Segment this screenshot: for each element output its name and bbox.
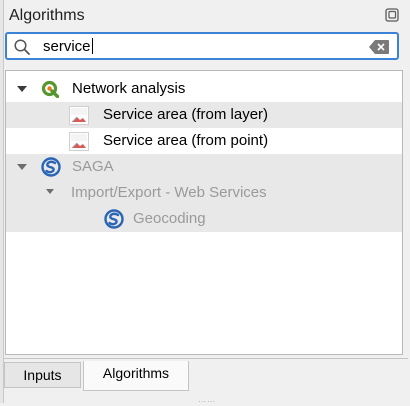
saga-logo-icon [41,157,61,177]
algorithm-tree[interactable]: Network analysis Service area (from laye… [5,70,403,355]
undock-icon[interactable] [385,8,399,22]
algorithm-icon [69,106,89,125]
clear-text-icon[interactable] [369,40,389,54]
panel-title: Algorithms [9,7,85,24]
panel-title-bar: Algorithms [9,6,401,28]
tab-inputs[interactable]: Inputs [4,362,81,388]
tree-group-saga[interactable]: SAGA [6,154,402,180]
tree-item-label: Geocoding [133,210,206,227]
tree-item-label: Import/Export - Web Services [71,184,267,201]
tree-item-geocoding[interactable]: Geocoding [6,206,402,232]
qgis-logo-icon [41,80,59,98]
search-icon [14,39,30,55]
text-caret [91,38,93,54]
resize-grip-icon[interactable]: ⋯⋯ [198,397,216,406]
tree-item-label: SAGA [72,158,114,175]
tab-bar-divider [3,358,408,359]
tab-algorithms[interactable]: Algorithms [83,361,189,391]
tree-item-service-area-from-layer[interactable]: Service area (from layer) [6,102,402,128]
tree-item-label: Service area (from point) [103,132,269,149]
tree-group-import-export-web-services[interactable]: Import/Export - Web Services [6,180,402,206]
expand-arrow-icon[interactable] [17,164,27,170]
algorithms-panel: Algorithms service Network analysis Serv… [3,0,408,360]
tree-item-label: Service area (from layer) [103,106,269,123]
search-value: service [43,38,93,55]
expand-arrow-icon[interactable] [17,86,27,92]
tree-item-label: Network analysis [72,80,186,97]
tree-group-network-analysis[interactable]: Network analysis [6,76,402,102]
tree-item-service-area-from-point[interactable]: Service area (from point) [6,128,402,154]
saga-logo-icon [104,209,124,229]
expand-arrow-icon[interactable] [46,189,54,194]
search-input[interactable]: service [5,32,399,60]
algorithm-icon [69,132,89,151]
